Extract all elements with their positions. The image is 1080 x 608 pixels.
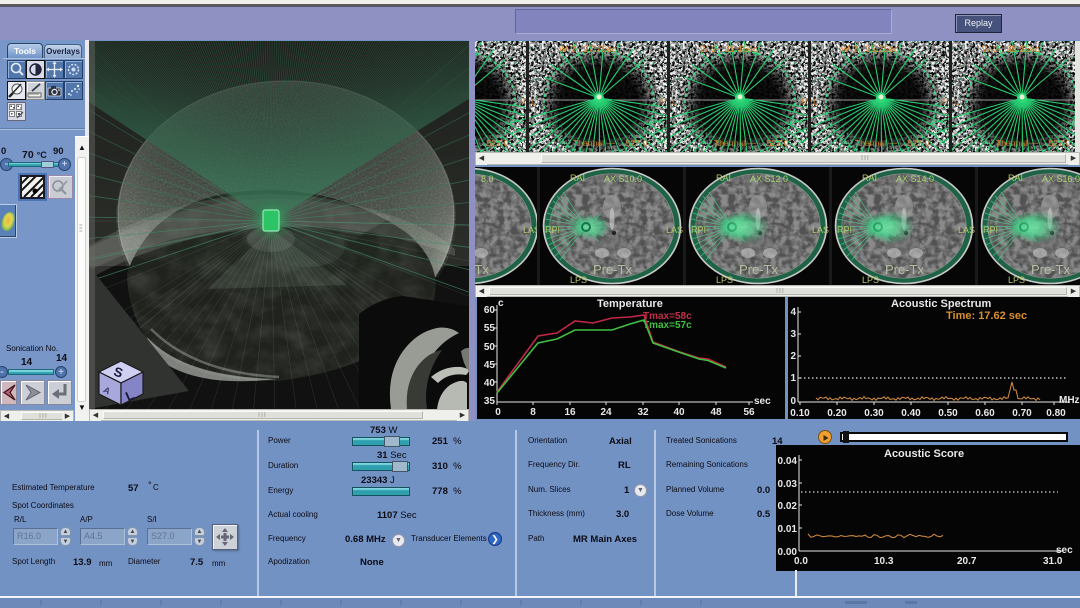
svg-text:0.02: 0.02	[778, 501, 798, 512]
svg-text:0.10: 0.10	[790, 408, 810, 419]
svg-text:0.60: 0.60	[975, 408, 995, 419]
svg-text:10.3: 10.3	[874, 556, 894, 567]
svg-text:0.30: 0.30	[864, 408, 884, 419]
svg-text:0.40: 0.40	[901, 408, 921, 419]
svg-text:Temperature: Temperature	[597, 298, 663, 310]
svg-text:c: c	[498, 298, 504, 309]
svg-text:60: 60	[484, 305, 496, 316]
svg-text:55: 55	[484, 323, 496, 334]
svg-text:sec: sec	[1056, 545, 1073, 556]
svg-text:2: 2	[790, 351, 796, 362]
svg-text:Tmax=57c: Tmax=57c	[643, 320, 692, 331]
svg-text:MHz: MHz	[1059, 395, 1080, 406]
svg-text:24: 24	[600, 407, 612, 418]
svg-text:0.04: 0.04	[778, 456, 798, 467]
svg-text:sec: sec	[754, 396, 771, 407]
svg-text:0: 0	[790, 396, 796, 407]
svg-text:0.20: 0.20	[827, 408, 847, 419]
svg-text:8.0: 8.0	[481, 174, 494, 184]
svg-text:AX S10.0: AX S10.0	[604, 174, 642, 184]
svg-text:W·2·: 35.2Sec: W·2·: 35.2Sec	[841, 44, 899, 54]
svg-text:4: 4	[790, 307, 796, 318]
svg-text:0: 0	[495, 407, 501, 418]
svg-text:0.03: 0.03	[778, 479, 798, 490]
svg-text:20.7: 20.7	[957, 556, 977, 567]
svg-text:31.0: 31.0	[1043, 556, 1063, 567]
svg-text:0.01: 0.01	[778, 524, 798, 535]
svg-text:40: 40	[673, 407, 685, 418]
svg-text:50: 50	[484, 342, 496, 353]
svg-text:32: 32	[637, 407, 649, 418]
svg-text:AX S12.0: AX S12.0	[750, 174, 788, 184]
svg-text:Acoustic Spectrum: Acoustic Spectrum	[891, 298, 991, 310]
svg-text:45: 45	[484, 360, 496, 371]
svg-text:W·2·: 38.9Sec: W·2·: 38.9Sec	[982, 44, 1040, 54]
svg-text:W·2·: 31.4Sec: W·2·: 31.4Sec	[700, 44, 758, 54]
svg-text:0.50: 0.50	[938, 408, 958, 419]
svg-text:16: 16	[564, 407, 576, 418]
svg-text:35: 35	[484, 396, 496, 407]
svg-text:W·2·: 27.7Sec: W·2·: 27.7Sec	[559, 44, 617, 54]
svg-text:40: 40	[484, 378, 496, 389]
svg-text:8: 8	[530, 407, 536, 418]
svg-text:AX S14.0: AX S14.0	[896, 174, 934, 184]
svg-text:0.0: 0.0	[794, 556, 808, 567]
svg-text:1: 1	[790, 373, 796, 384]
svg-text:AX S16.0: AX S16.0	[1042, 174, 1080, 184]
svg-text:3: 3	[790, 329, 796, 340]
svg-text:56: 56	[743, 407, 755, 418]
svg-text:Acoustic Score: Acoustic Score	[884, 448, 964, 460]
svg-text:0.70: 0.70	[1012, 408, 1032, 419]
svg-text:Time: 17.62 sec: Time: 17.62 sec	[946, 310, 1027, 322]
svg-text:48: 48	[710, 407, 722, 418]
svg-text:0.80: 0.80	[1046, 408, 1066, 419]
